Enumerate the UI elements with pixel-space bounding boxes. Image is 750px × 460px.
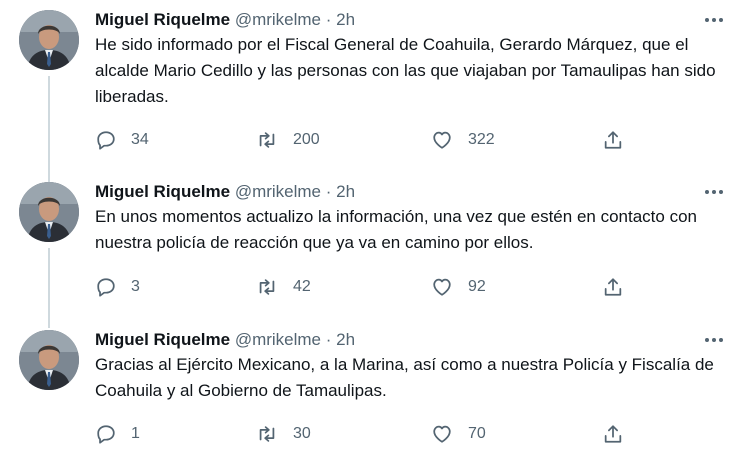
reply-count: 3 — [131, 278, 140, 295]
author-name[interactable]: Miguel Riquelme — [95, 330, 230, 349]
like-button[interactable]: 70 — [430, 422, 486, 446]
like-count: 322 — [468, 131, 495, 148]
tweet-text: En unos momentos actualizo la informació… — [95, 207, 697, 252]
retweet-count: 200 — [293, 131, 320, 148]
retweet-icon — [259, 426, 275, 442]
retweet-button[interactable]: 30 — [255, 422, 311, 446]
author-handle[interactable]: @mrikelme — [235, 330, 321, 349]
more-options-icon — [705, 190, 723, 194]
more-options-button[interactable] — [703, 332, 725, 348]
tweet[interactable]: Miguel Riquelme @mrikelme · 2h En unos m… — [0, 182, 750, 328]
retweet-count: 42 — [293, 278, 311, 295]
share-button[interactable] — [602, 422, 624, 446]
reply-count: 1 — [131, 425, 140, 442]
tweet-thread: Miguel Riquelme @mrikelme · 2h He sido i… — [0, 0, 750, 460]
like-button[interactable]: 322 — [430, 128, 495, 152]
thread-line — [48, 248, 50, 328]
share-icon — [604, 131, 622, 149]
like-count: 70 — [468, 425, 486, 442]
timestamp[interactable]: 2h — [336, 330, 355, 349]
tweet-actions: 3 42 92 — [95, 275, 655, 299]
tweet-header: Miguel Riquelme @mrikelme · 2h — [95, 330, 355, 350]
retweet-icon — [259, 279, 275, 295]
retweet-icon — [259, 132, 275, 148]
tweet-text: Gracias al Ejército Mexicano, a la Marin… — [95, 355, 714, 400]
more-options-button[interactable] — [703, 184, 725, 200]
retweet-button[interactable]: 200 — [255, 128, 320, 152]
like-count: 92 — [468, 278, 486, 295]
share-button[interactable] — [602, 128, 624, 152]
timestamp[interactable]: 2h — [336, 10, 355, 29]
tweet-text: He sido informado por el Fiscal General … — [95, 35, 716, 106]
avatar[interactable] — [19, 182, 79, 242]
like-icon — [433, 131, 451, 149]
separator-dot: · — [325, 182, 332, 201]
reply-icon — [97, 131, 115, 150]
reply-button[interactable]: 1 — [95, 422, 140, 446]
tweet-header: Miguel Riquelme @mrikelme · 2h — [95, 10, 355, 30]
author-name[interactable]: Miguel Riquelme — [95, 10, 230, 29]
more-options-icon — [705, 338, 723, 342]
tweet-actions: 34 200 322 — [95, 128, 655, 152]
like-icon — [433, 278, 451, 296]
like-icon — [433, 425, 451, 443]
tweet[interactable]: Miguel Riquelme @mrikelme · 2h He sido i… — [0, 10, 750, 182]
reply-icon — [97, 278, 115, 297]
like-button[interactable]: 92 — [430, 275, 486, 299]
tweet[interactable]: Miguel Riquelme @mrikelme · 2h Gracias a… — [0, 330, 750, 455]
author-handle[interactable]: @mrikelme — [235, 10, 321, 29]
tweet-actions: 1 30 70 — [95, 422, 655, 446]
retweet-button[interactable]: 42 — [255, 275, 311, 299]
author-name[interactable]: Miguel Riquelme — [95, 182, 230, 201]
more-options-button[interactable] — [703, 12, 725, 28]
separator-dot: · — [325, 330, 332, 349]
separator-dot: · — [325, 10, 332, 29]
more-options-icon — [705, 18, 723, 22]
share-button[interactable] — [602, 275, 624, 299]
tweet-header: Miguel Riquelme @mrikelme · 2h — [95, 182, 355, 202]
reply-button[interactable]: 34 — [95, 128, 149, 152]
reply-button[interactable]: 3 — [95, 275, 140, 299]
thread-line — [48, 76, 50, 182]
author-handle[interactable]: @mrikelme — [235, 182, 321, 201]
avatar[interactable] — [19, 330, 79, 390]
retweet-count: 30 — [293, 425, 311, 442]
share-icon — [604, 425, 622, 443]
avatar[interactable] — [19, 10, 79, 70]
share-icon — [604, 278, 622, 296]
reply-count: 34 — [131, 131, 149, 148]
timestamp[interactable]: 2h — [336, 182, 355, 201]
reply-icon — [97, 425, 115, 444]
